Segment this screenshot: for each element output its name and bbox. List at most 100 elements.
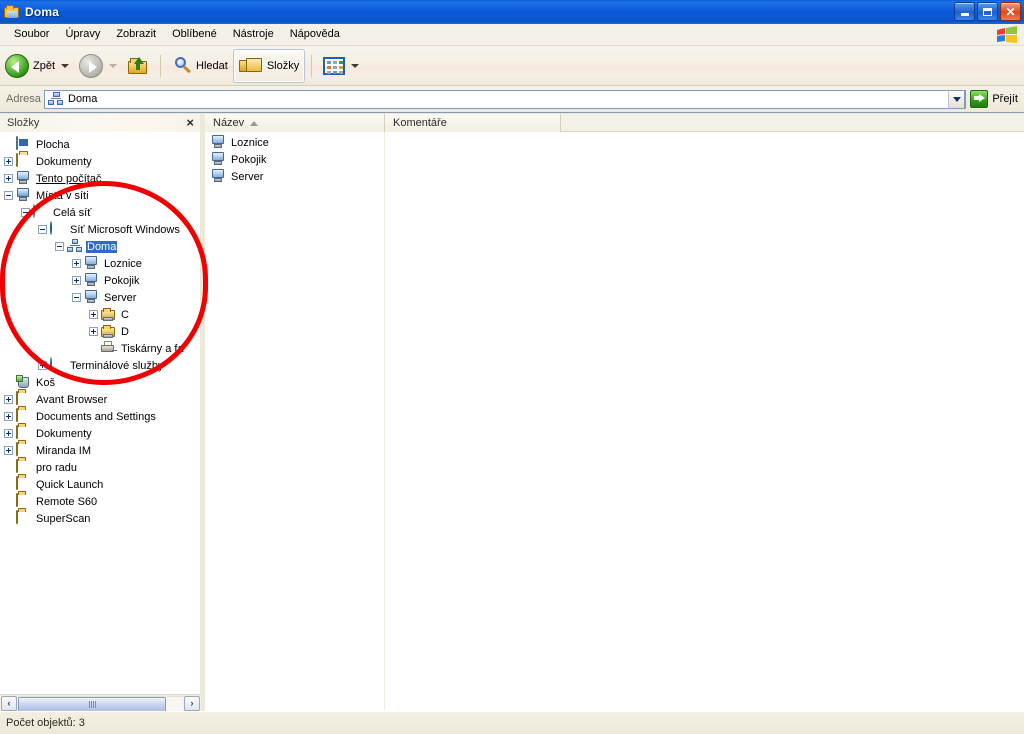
folders-label: Složky	[266, 59, 300, 72]
views-icon	[323, 56, 346, 75]
menu-soubor[interactable]: Soubor	[6, 25, 57, 44]
go-button[interactable]: Přejít	[966, 87, 1024, 111]
list-item[interactable]: Loznice	[205, 134, 384, 151]
collapse-minus-icon[interactable]	[4, 191, 13, 200]
tree-item-label: D	[121, 325, 129, 338]
menu-nastroje[interactable]: Nástroje	[225, 25, 282, 44]
tree-item[interactable]: Dokumenty	[0, 425, 200, 442]
forward-dropdown-icon	[109, 63, 118, 68]
menu-bar: Soubor Úpravy Zobrazit Oblíbené Nástroje…	[0, 24, 1024, 46]
tree-item[interactable]: C	[0, 306, 200, 323]
views-button[interactable]	[318, 49, 364, 83]
list-item[interactable]: Pokojik	[205, 151, 384, 168]
collapse-minus-icon[interactable]	[72, 293, 81, 302]
folder-icon	[16, 476, 32, 492]
computer-icon	[211, 152, 227, 167]
tree-item[interactable]: Documents and Settings	[0, 408, 200, 425]
tree-item[interactable]: Remote S60	[0, 493, 200, 510]
tree-item[interactable]: Místa v síti	[0, 187, 200, 204]
expand-plus-icon[interactable]	[4, 157, 13, 166]
restore-button[interactable]	[977, 2, 998, 21]
tree-item[interactable]: Miranda IM	[0, 442, 200, 459]
toolbar-separator	[160, 54, 162, 77]
up-one-level-button[interactable]	[122, 49, 154, 83]
computer-icon	[84, 273, 100, 288]
tree-item[interactable]: Pokojik	[0, 272, 200, 289]
scroll-track[interactable]	[18, 695, 183, 712]
tree-item[interactable]: Quick Launch	[0, 476, 200, 493]
file-list-pane: Název Komentáře Loznice Pokojik Server	[205, 114, 1024, 711]
up-folder-icon	[127, 56, 149, 76]
menu-upravy[interactable]: Úpravy	[57, 25, 108, 44]
status-bar: Počet objektů: 3	[0, 711, 1024, 734]
close-button[interactable]: ✕	[1000, 2, 1021, 21]
address-bar: Adresa Doma Přejít	[0, 86, 1024, 113]
expand-plus-icon[interactable]	[4, 412, 13, 421]
folder-tree: Plocha Dokumenty Tento počítač Místa v síti…	[0, 133, 200, 689]
address-input[interactable]: Doma	[44, 89, 967, 109]
expand-plus-icon[interactable]	[89, 327, 98, 336]
views-dropdown-icon[interactable]	[351, 63, 360, 68]
back-dropdown-icon[interactable]	[61, 63, 70, 68]
tree-item[interactable]: Síť Microsoft Windows	[0, 221, 200, 238]
scroll-thumb[interactable]	[18, 696, 166, 712]
menu-zobrazit[interactable]: Zobrazit	[108, 25, 164, 44]
tree-item-label: Celá síť	[53, 206, 92, 219]
menu-napoveda[interactable]: Nápověda	[282, 25, 348, 44]
menu-oblibene[interactable]: Oblíbené	[164, 25, 225, 44]
tree-item[interactable]: Celá síť	[0, 204, 200, 221]
tree-item[interactable]: Avant Browser	[0, 391, 200, 408]
column-header-komentare[interactable]: Komentáře	[385, 114, 561, 132]
ms-windows-network-icon	[50, 221, 66, 237]
tree-item-label: Místa v síti	[36, 189, 89, 202]
tree-item[interactable]: Loznice	[0, 255, 200, 272]
expand-plus-icon[interactable]	[89, 310, 98, 319]
tree-item-label: Tento počítač	[36, 172, 102, 185]
folders-pane: Složky × Plocha Dokumenty Tento počítač Mís…	[0, 114, 201, 712]
address-dropdown-icon[interactable]	[948, 89, 966, 109]
tree-item[interactable]: Dokumenty	[0, 153, 200, 170]
tree-item-label: Avant Browser	[36, 393, 108, 406]
list-item[interactable]: Server	[205, 168, 384, 185]
search-button[interactable]: Hledat	[167, 49, 233, 83]
expand-plus-icon[interactable]	[4, 429, 13, 438]
back-button[interactable]: Zpět	[0, 49, 74, 83]
tree-item[interactable]: pro radu	[0, 459, 200, 476]
folders-button[interactable]: Složky	[232, 48, 306, 83]
list-header: Název Komentáře	[205, 114, 1024, 132]
collapse-minus-icon[interactable]	[21, 208, 30, 217]
expand-plus-icon[interactable]	[4, 395, 13, 404]
expand-plus-icon[interactable]	[4, 174, 13, 183]
tree-item[interactable]: Tento počítač	[0, 170, 200, 187]
tree-item[interactable]: SuperScan	[0, 510, 200, 527]
close-folders-pane-icon[interactable]: ×	[184, 116, 196, 129]
collapse-minus-icon[interactable]	[55, 242, 64, 251]
tree-item[interactable]: Tiskárny a fa	[0, 340, 200, 357]
forward-button[interactable]	[74, 49, 122, 83]
collapse-minus-icon[interactable]	[38, 225, 47, 234]
expand-plus-icon[interactable]	[72, 276, 81, 285]
scroll-left-button[interactable]: ‹	[1, 695, 17, 711]
entire-network-icon	[33, 204, 49, 220]
tree-item[interactable]: Plocha	[0, 136, 200, 153]
tree-item[interactable]: Doma	[0, 238, 200, 255]
expand-plus-icon[interactable]	[38, 361, 47, 370]
workgroup-icon	[67, 239, 83, 254]
folders-pane-header: Složky ×	[0, 114, 200, 133]
tree-item[interactable]: Koš	[0, 374, 200, 391]
minimize-button[interactable]	[954, 2, 975, 21]
expand-plus-icon[interactable]	[4, 446, 13, 455]
expand-plus-icon[interactable]	[72, 259, 81, 268]
scroll-right-button[interactable]: ›	[184, 695, 200, 711]
list-body: Loznice Pokojik Server	[205, 132, 1024, 710]
network-workgroup-icon	[48, 92, 64, 106]
tree-item[interactable]: D	[0, 323, 200, 340]
tree-item[interactable]: Terminálové služby	[0, 357, 200, 374]
folders-pane-hscrollbar[interactable]: ‹ ›	[0, 694, 201, 712]
column-header-nazev[interactable]: Název	[205, 114, 385, 132]
address-value: Doma	[68, 93, 98, 105]
terminal-services-icon	[50, 357, 66, 373]
list-rows: Loznice Pokojik Server	[205, 132, 385, 710]
tree-item[interactable]: Server	[0, 289, 200, 306]
tree-item-label: SuperScan	[36, 512, 91, 525]
